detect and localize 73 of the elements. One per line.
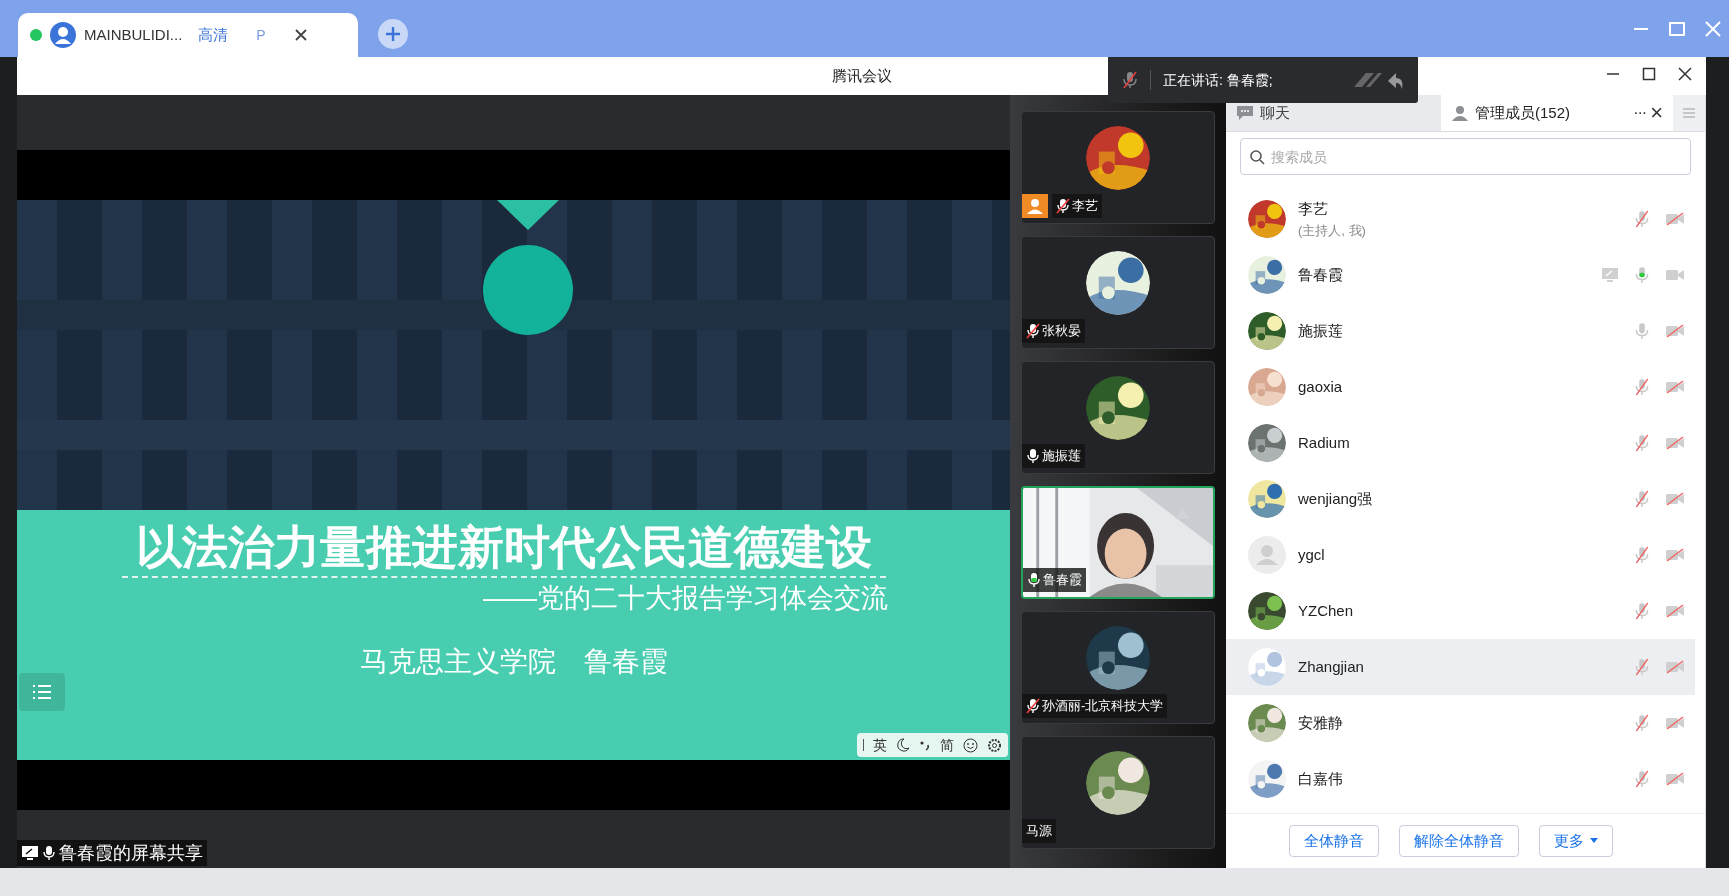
member-name: 鲁春霞 [1298, 264, 1343, 285]
browser-tab[interactable]: MAINBULIDI... 高清 P [18, 13, 358, 57]
participant-name: 鲁春霞 [1043, 571, 1082, 590]
more-button[interactable]: ··· [1633, 101, 1647, 125]
close-button[interactable]: × [1650, 102, 1663, 124]
maximize-icon[interactable] [1642, 67, 1656, 81]
member-name: Zhangjian [1298, 656, 1364, 677]
video-tile[interactable]: 鲁春霞 [1021, 486, 1215, 599]
member-row[interactable]: 安雅静 [1226, 695, 1695, 751]
ime-language[interactable]: 英 [873, 734, 887, 756]
quality-label: 高清 [198, 24, 229, 45]
member-role: (主持人, 我) [1298, 221, 1366, 240]
member-row[interactable]: Zhangjian [1226, 639, 1695, 695]
slide-title: 以法治力量推进新时代公民道德建设 [122, 518, 886, 578]
member-name: Radium [1298, 432, 1350, 453]
participant-name: 马源 [1026, 822, 1052, 841]
member-name: 安雅静 [1298, 712, 1343, 733]
participant-name: 李艺 [1072, 197, 1098, 216]
member-name: ygcl [1298, 544, 1325, 565]
close-icon[interactable] [1678, 67, 1692, 81]
video-tile[interactable]: 马源 [1021, 736, 1215, 849]
moon-icon[interactable] [896, 738, 910, 752]
video-tile[interactable]: 李艺 [1021, 111, 1215, 224]
caret-icon [1589, 838, 1598, 844]
tab-label: 管理成员(152) [1475, 102, 1571, 123]
action-button[interactable]: 更多 [1538, 825, 1613, 857]
menu-icon [32, 684, 52, 700]
speaking-text: 正在讲话: 鲁春霞; [1163, 70, 1273, 90]
ime-script[interactable]: 简 [940, 734, 954, 756]
person-icon [1451, 104, 1469, 122]
video-tile[interactable]: 孙酒丽-北京科技大学 [1021, 611, 1215, 724]
member-row[interactable]: 李艺 (主持人, 我) [1226, 191, 1695, 247]
action-button[interactable]: 全体静音 [1288, 825, 1379, 857]
menu-button[interactable] [19, 673, 65, 711]
window-title: 腾讯会议 [831, 65, 892, 86]
member-row[interactable]: YZChen [1226, 583, 1695, 639]
member-name: 李艺 [1298, 199, 1329, 219]
video-tile[interactable]: 张秋晏 [1021, 236, 1215, 349]
member-name: wenjiang强 [1298, 488, 1373, 509]
slide-author: 马克思主义学院 鲁春霞 [358, 644, 669, 679]
member-row[interactable]: Radium [1226, 415, 1695, 471]
search-icon [1249, 149, 1265, 165]
member-row[interactable]: 白嘉伟 [1226, 751, 1695, 807]
emoji-icon[interactable] [963, 737, 978, 753]
new-tab-icon[interactable] [378, 19, 408, 49]
share-text: 鲁春霞的屏幕共享 [59, 841, 203, 865]
member-row[interactable]: wenjiang强 [1226, 471, 1695, 527]
screen-share-icon [21, 845, 39, 861]
panel-tab[interactable]: 管理成员(152) ··· × [1441, 95, 1673, 131]
member-row[interactable]: 鲁春霞 [1226, 247, 1695, 303]
member-row[interactable]: ygcl [1226, 527, 1695, 583]
member-name: YZChen [1298, 600, 1354, 621]
tab-label: 聊天 [1260, 102, 1290, 123]
member-row[interactable]: 施振莲 [1226, 303, 1695, 359]
member-name: 施振莲 [1298, 320, 1343, 341]
action-button[interactable]: 解除全体静音 [1398, 825, 1519, 857]
tab-title: MAINBULIDI... [84, 24, 183, 45]
settings-icon[interactable] [987, 737, 1002, 753]
member-name: gaoxia [1298, 376, 1343, 397]
chat-icon [1236, 105, 1254, 121]
member-name: 白嘉伟 [1298, 768, 1343, 789]
close-icon[interactable] [293, 28, 308, 42]
participant-name: 施振莲 [1042, 447, 1081, 466]
avatar-icon [50, 22, 76, 48]
member-row[interactable]: gaoxia [1226, 359, 1695, 415]
video-tile[interactable]: 施振莲 [1021, 361, 1215, 474]
microphone-icon [42, 845, 56, 861]
mic-muted-icon [1122, 71, 1138, 89]
participant-name: 张秋晏 [1042, 322, 1081, 341]
slide-subtitle: ——党的二十大报告学习体会交流 [483, 582, 888, 615]
participant-name: 孙酒丽-北京科技大学 [1042, 697, 1164, 716]
tab-label: P [256, 25, 266, 45]
search-field[interactable]: 搜索成员 [1240, 138, 1691, 175]
